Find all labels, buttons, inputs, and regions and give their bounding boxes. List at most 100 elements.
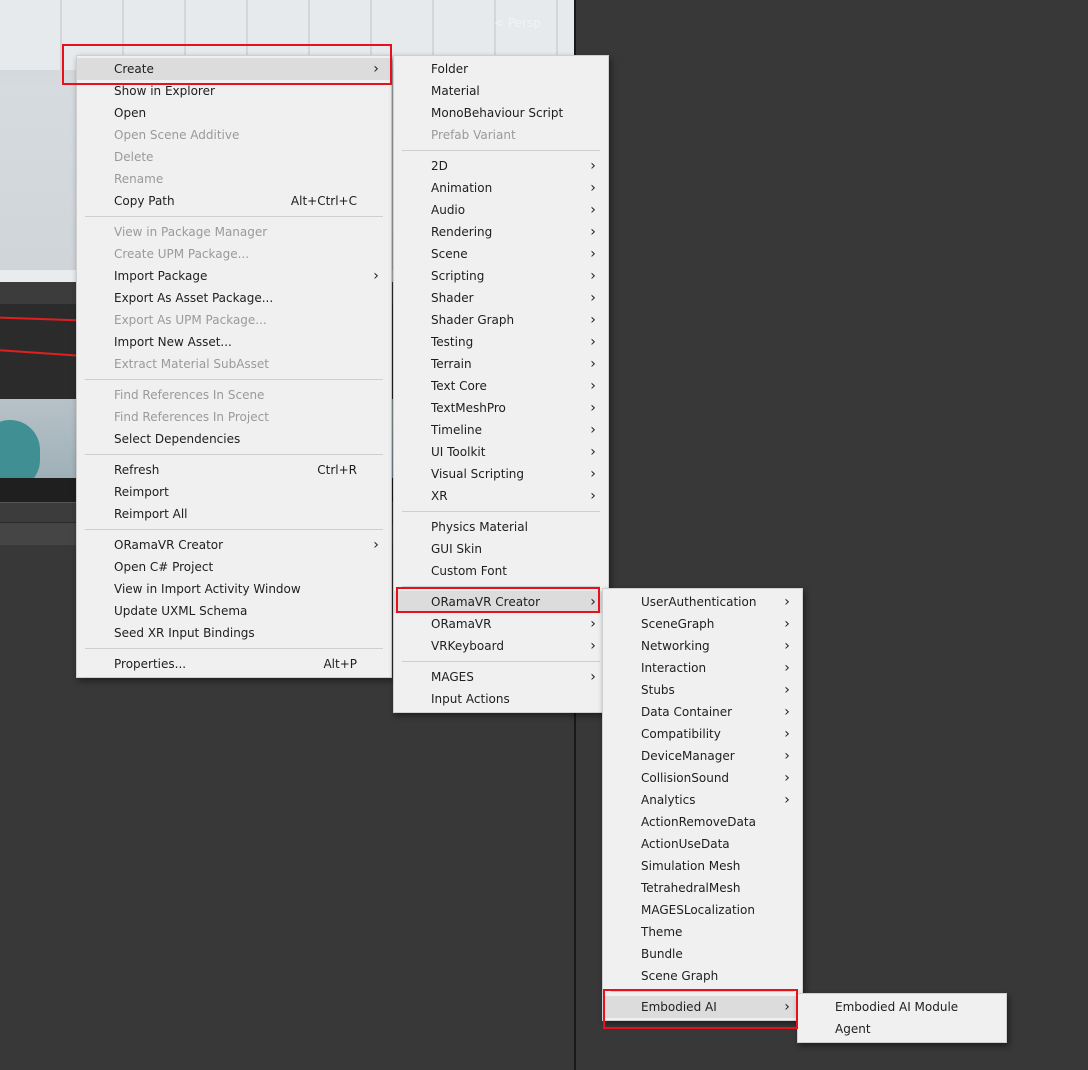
menu-item-copy-path[interactable]: Copy Path Alt+Ctrl+C: [77, 190, 391, 212]
menu-item-export-as-upm-package: Export As UPM Package...: [77, 309, 391, 331]
chevron-right-icon: ›: [784, 616, 790, 632]
menu-item-label: Export As UPM Package...: [114, 313, 267, 327]
menu-item-label: Material: [431, 84, 480, 98]
menu-item-label: Seed XR Input Bindings: [114, 626, 255, 640]
menu-item-oramavr[interactable]: ORamaVR ›: [394, 613, 608, 635]
menu-item-label: Properties...: [114, 657, 187, 671]
menu-item-text-core[interactable]: Text Core ›: [394, 375, 608, 397]
menu-item-audio[interactable]: Audio ›: [394, 199, 608, 221]
menu-item-theme[interactable]: Theme: [603, 921, 802, 943]
menu-item-import-new-asset[interactable]: Import New Asset...: [77, 331, 391, 353]
chevron-right-icon: ›: [590, 594, 596, 610]
context-menu: Create › Show in Explorer Open Open Scene Ad…: [76, 55, 392, 678]
menu-item-view-in-import-activity-window[interactable]: View in Import Activity Window: [77, 578, 391, 600]
menu-item-data-container[interactable]: Data Container ›: [603, 701, 802, 723]
menu-item-label: Terrain: [431, 357, 472, 371]
menu-item-custom-font[interactable]: Custom Font: [394, 560, 608, 582]
chevron-right-icon: ›: [373, 268, 379, 284]
menu-item-tetrahedralmesh[interactable]: TetrahedralMesh: [603, 877, 802, 899]
menu-item-scripting[interactable]: Scripting ›: [394, 265, 608, 287]
menu-item-label: Create UPM Package...: [114, 247, 250, 261]
menu-item-embodied-ai[interactable]: Embodied AI ›: [603, 996, 802, 1018]
menu-item-mages[interactable]: MAGES ›: [394, 666, 608, 688]
menu-item-mageslocalization[interactable]: MAGESLocalization: [603, 899, 802, 921]
menu-item-label: Open C# Project: [114, 560, 214, 574]
menu-item-label: Export As Asset Package...: [114, 291, 274, 305]
menu-item-ui-toolkit[interactable]: UI Toolkit ›: [394, 441, 608, 463]
chevron-right-icon: ›: [784, 726, 790, 742]
menu-item-actionusedata[interactable]: ActionUseData: [603, 833, 802, 855]
menu-item-shader-graph[interactable]: Shader Graph ›: [394, 309, 608, 331]
menu-item-rendering[interactable]: Rendering ›: [394, 221, 608, 243]
menu-item-bundle[interactable]: Bundle: [603, 943, 802, 965]
menu-item-simulation-mesh[interactable]: Simulation Mesh: [603, 855, 802, 877]
menu-item-label: Folder: [431, 62, 469, 76]
menu-item-agent[interactable]: Agent: [798, 1018, 1006, 1040]
menu-item-label: DeviceManager: [641, 749, 735, 763]
menu-item-reimport-all[interactable]: Reimport All: [77, 503, 391, 525]
menu-item-seed-xr-input-bindings[interactable]: Seed XR Input Bindings: [77, 622, 391, 644]
menu-item-devicemanager[interactable]: DeviceManager ›: [603, 745, 802, 767]
menu-item-label: Audio: [431, 203, 466, 217]
menu-item-label: Text Core: [431, 379, 487, 393]
menu-item-2d[interactable]: 2D ›: [394, 155, 608, 177]
menu-item-label: Copy Path: [114, 194, 175, 208]
menu-item-gui-skin[interactable]: GUI Skin: [394, 538, 608, 560]
menu-item-open[interactable]: Open: [77, 102, 391, 124]
menu-item-properties[interactable]: Properties... Alt+P: [77, 653, 391, 675]
menu-item-update-uxml-schema[interactable]: Update UXML Schema: [77, 600, 391, 622]
menu-item-physics-material[interactable]: Physics Material: [394, 516, 608, 538]
menu-item-open-c-project[interactable]: Open C# Project: [77, 556, 391, 578]
menu-item-embodied-ai-module[interactable]: Embodied AI Module: [798, 996, 1006, 1018]
persp-toggle[interactable]: < Persp: [494, 16, 541, 30]
menu-item-visual-scripting[interactable]: Visual Scripting ›: [394, 463, 608, 485]
menu-item-import-package[interactable]: Import Package ›: [77, 265, 391, 287]
menu-item-compatibility[interactable]: Compatibility ›: [603, 723, 802, 745]
menu-item-xr[interactable]: XR ›: [394, 485, 608, 507]
menu-item-stubs[interactable]: Stubs ›: [603, 679, 802, 701]
chevron-right-icon: ›: [784, 594, 790, 610]
menu-item-analytics[interactable]: Analytics ›: [603, 789, 802, 811]
menu-item-refresh[interactable]: Refresh Ctrl+R: [77, 459, 391, 481]
menu-item-oramavr-creator[interactable]: ORamaVR Creator ›: [394, 591, 608, 613]
menu-item-label: Create: [114, 62, 154, 76]
chevron-right-icon: ›: [590, 268, 596, 284]
menu-item-interaction[interactable]: Interaction ›: [603, 657, 802, 679]
menu-item-select-dependencies[interactable]: Select Dependencies: [77, 428, 391, 450]
menu-item-label: Shader Graph: [431, 313, 515, 327]
menu-item-reimport[interactable]: Reimport: [77, 481, 391, 503]
chevron-right-icon: ›: [590, 669, 596, 685]
menu-separator: [402, 150, 600, 151]
menu-item-input-actions[interactable]: Input Actions: [394, 688, 608, 710]
menu-item-label: Open: [114, 106, 147, 120]
shortcut-label: Alt+Ctrl+C: [290, 194, 357, 208]
menu-item-create[interactable]: Create ›: [77, 58, 391, 80]
menu-item-show-in-explorer[interactable]: Show in Explorer: [77, 80, 391, 102]
menu-item-vrkeyboard[interactable]: VRKeyboard ›: [394, 635, 608, 657]
chevron-right-icon: ›: [590, 488, 596, 504]
menu-item-scenegraph[interactable]: SceneGraph ›: [603, 613, 802, 635]
chevron-right-icon: ›: [590, 290, 596, 306]
menu-item-monobehaviour-script[interactable]: MonoBehaviour Script: [394, 102, 608, 124]
menu-item-collisionsound[interactable]: CollisionSound ›: [603, 767, 802, 789]
menu-item-shader[interactable]: Shader ›: [394, 287, 608, 309]
menu-item-scene[interactable]: Scene ›: [394, 243, 608, 265]
menu-item-export-as-asset-package[interactable]: Export As Asset Package...: [77, 287, 391, 309]
menu-item-networking[interactable]: Networking ›: [603, 635, 802, 657]
menu-item-scene-graph[interactable]: Scene Graph: [603, 965, 802, 987]
menu-item-label: Physics Material: [431, 520, 528, 534]
menu-item-terrain[interactable]: Terrain ›: [394, 353, 608, 375]
menu-item-textmeshpro[interactable]: TextMeshPro ›: [394, 397, 608, 419]
menu-item-timeline[interactable]: Timeline ›: [394, 419, 608, 441]
menu-item-userauthentication[interactable]: UserAuthentication ›: [603, 591, 802, 613]
menu-item-actionremovedata[interactable]: ActionRemoveData: [603, 811, 802, 833]
menu-separator: [402, 511, 600, 512]
menu-item-testing[interactable]: Testing ›: [394, 331, 608, 353]
menu-item-oramavr-creator[interactable]: ORamaVR Creator ›: [77, 534, 391, 556]
menu-item-animation[interactable]: Animation ›: [394, 177, 608, 199]
menu-item-material[interactable]: Material: [394, 80, 608, 102]
menu-item-rename: Rename: [77, 168, 391, 190]
menu-item-folder[interactable]: Folder: [394, 58, 608, 80]
chevron-right-icon: ›: [590, 334, 596, 350]
menu-item-label: Delete: [114, 150, 154, 164]
